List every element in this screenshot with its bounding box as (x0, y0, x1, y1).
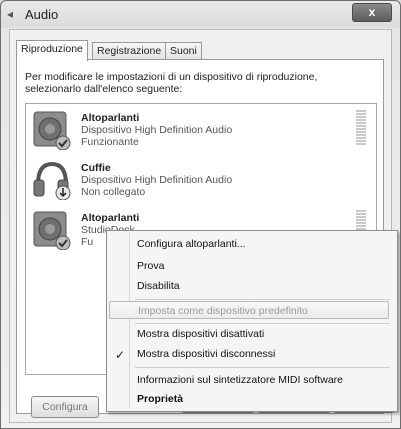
menu-item-show-disabled[interactable]: Mostra dispositivi disattivati (137, 325, 389, 343)
menu-separator (135, 367, 390, 368)
device-description: Dispositivo High Definition Audio (81, 174, 233, 186)
menu-item-show-disconnected[interactable]: Mostra dispositivi disconnessi (137, 345, 389, 363)
audio-dialog: ◂ Audio x Riproduzione Registrazione Suo… (0, 0, 401, 429)
device-status: Non collegato (81, 186, 146, 198)
menu-item-set-default[interactable]: Imposta come dispositivo predefinito (109, 301, 389, 319)
tab-riproduzione[interactable]: Riproduzione (16, 40, 88, 61)
menu-separator (135, 323, 390, 324)
instructions-text: Per modificare le impostazioni di un dis… (25, 71, 318, 95)
menu-item-disable[interactable]: Disabilita (137, 277, 389, 295)
device-name: Altoparlanti (81, 112, 140, 124)
device-item-cuffie[interactable]: Cuffie Dispositivo High Definition Audio… (26, 154, 376, 202)
menu-item-test[interactable]: Prova (137, 257, 389, 275)
configure-button[interactable]: Configura (31, 396, 99, 418)
speaker-icon (33, 111, 71, 150)
tab-suoni[interactable]: Suoni (165, 42, 202, 60)
device-status: Funzionante (81, 136, 139, 148)
tab-registrazione[interactable]: Registrazione (92, 42, 167, 60)
title-bar[interactable]: ◂ Audio x (1, 1, 400, 29)
volume-level-meter (356, 110, 366, 148)
device-description: Dispositivo High Definition Audio (81, 124, 233, 136)
context-menu: Configura altoparlanti... Prova Disabili… (106, 230, 398, 412)
close-button[interactable]: x (352, 3, 392, 22)
device-item-altoparlanti-1[interactable]: Altoparlanti Dispositivo High Definition… (26, 104, 376, 152)
checkmark-icon: ✓ (115, 348, 126, 362)
window-title: Audio (25, 7, 59, 22)
menu-separator (135, 299, 390, 300)
device-name: Altoparlanti (81, 212, 140, 224)
device-name: Cuffie (81, 162, 111, 174)
menu-item-midi-info[interactable]: Informazioni sul sintetizzatore MIDI sof… (137, 371, 389, 389)
headphones-icon (33, 161, 71, 200)
menu-gutter (129, 233, 130, 409)
menu-item-properties[interactable]: Proprietà (137, 390, 389, 408)
device-status: Fu (81, 236, 94, 248)
menu-item-configure-speakers[interactable]: Configura altoparlanti... (137, 235, 389, 253)
speaker-app-icon: ◂ (7, 7, 14, 21)
speaker-icon (33, 211, 71, 250)
